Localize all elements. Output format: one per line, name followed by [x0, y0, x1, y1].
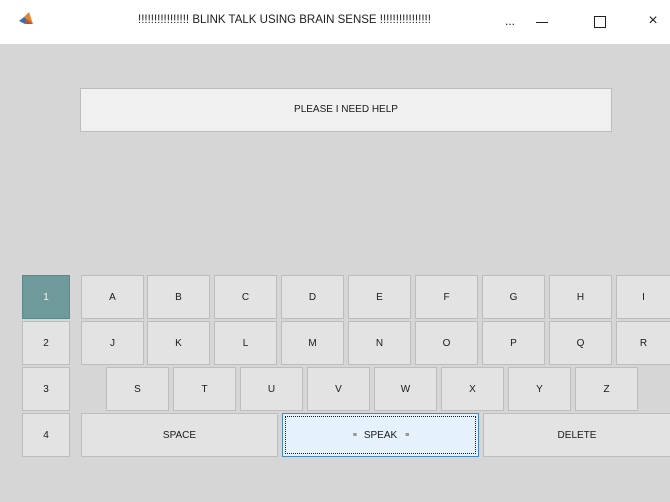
message-display: PLEASE I NEED HELP: [80, 88, 612, 132]
close-button[interactable]: ×: [641, 10, 665, 32]
row-1-button[interactable]: 1: [22, 275, 70, 319]
key-l[interactable]: L: [214, 321, 277, 365]
matlab-icon: [19, 12, 33, 24]
key-n[interactable]: N: [348, 321, 411, 365]
space-button[interactable]: SPACE: [81, 413, 278, 457]
more-options-button[interactable]: ...: [498, 10, 522, 32]
maximize-icon: [594, 16, 606, 29]
minimize-icon: [536, 21, 548, 23]
key-m[interactable]: M: [281, 321, 344, 365]
key-c[interactable]: C: [214, 275, 277, 319]
key-b[interactable]: B: [147, 275, 210, 319]
speak-mark-left: ≡: [352, 431, 357, 439]
key-z[interactable]: Z: [575, 367, 638, 411]
delete-button[interactable]: DELETE: [483, 413, 670, 457]
key-s[interactable]: S: [106, 367, 169, 411]
row-2-button[interactable]: 2: [22, 321, 70, 365]
key-d[interactable]: D: [281, 275, 344, 319]
row-3-button[interactable]: 3: [22, 367, 70, 411]
key-o[interactable]: O: [415, 321, 478, 365]
speak-button[interactable]: ≡ SPEAK ≡: [282, 413, 479, 457]
key-x[interactable]: X: [441, 367, 504, 411]
speak-label: SPEAK: [363, 429, 398, 441]
row-4-button[interactable]: 4: [22, 413, 70, 457]
window-title: !!!!!!!!!!!!!!!! BLINK TALK USING BRAIN …: [138, 14, 431, 26]
key-e[interactable]: E: [348, 275, 411, 319]
key-q[interactable]: Q: [549, 321, 612, 365]
key-i[interactable]: I: [616, 275, 670, 319]
key-g[interactable]: G: [482, 275, 545, 319]
window-footer: [0, 476, 670, 502]
key-t[interactable]: T: [173, 367, 236, 411]
speak-mark-right: ≡: [405, 431, 409, 439]
maximize-button[interactable]: [588, 10, 612, 32]
key-r[interactable]: R: [616, 321, 670, 365]
key-u[interactable]: U: [240, 367, 303, 411]
key-k[interactable]: K: [147, 321, 210, 365]
minimize-button[interactable]: [530, 10, 554, 32]
key-w[interactable]: W: [374, 367, 437, 411]
key-j[interactable]: J: [81, 321, 144, 365]
key-f[interactable]: F: [415, 275, 478, 319]
key-h[interactable]: H: [549, 275, 612, 319]
key-y[interactable]: Y: [508, 367, 571, 411]
key-p[interactable]: P: [482, 321, 545, 365]
title-bar: !!!!!!!!!!!!!!!! BLINK TALK USING BRAIN …: [0, 0, 670, 44]
key-v[interactable]: V: [307, 367, 370, 411]
key-a[interactable]: A: [81, 275, 144, 319]
